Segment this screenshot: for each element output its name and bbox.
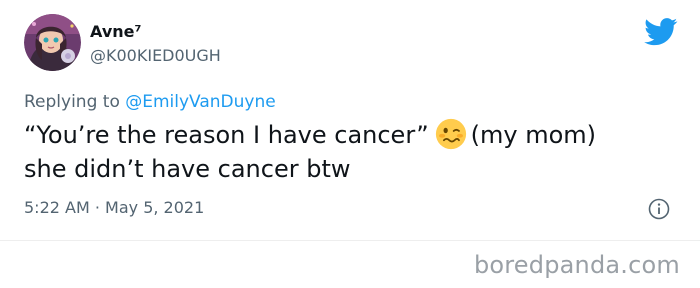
- info-icon[interactable]: [648, 198, 670, 220]
- tweet-aside: (my mom): [470, 121, 597, 149]
- woozy-face-icon: [435, 118, 466, 150]
- divider: [0, 240, 700, 241]
- avatar[interactable]: [24, 14, 81, 71]
- replying-to: Replying to @EmilyVanDuyne: [24, 91, 276, 113]
- display-name[interactable]: Avne⁷: [90, 22, 142, 42]
- watermark: boredpanda.com: [473, 251, 680, 279]
- tweet-card: Avne⁷ @K00KIED0UGH Replying to @EmilyVan…: [0, 0, 700, 288]
- twitter-bird-icon[interactable]: [644, 18, 678, 46]
- reply-mention-link[interactable]: @EmilyVanDuyne: [125, 92, 275, 112]
- replying-to-prefix: Replying to: [24, 92, 126, 112]
- tweet-quote: “You’re the reason I have cancer”: [24, 121, 429, 149]
- tweet-text-line-2: she didn’t have cancer btw: [24, 155, 351, 183]
- user-handle[interactable]: @K00KIED0UGH: [90, 46, 221, 66]
- tweet-timestamp[interactable]: 5:22 AM · May 5, 2021: [24, 198, 204, 218]
- tweet-text: “You’re the reason I have cancer” (my mo…: [24, 118, 664, 186]
- tweet-text-line-1: “You’re the reason I have cancer” (my mo…: [24, 118, 664, 152]
- avatar-illustration: [24, 14, 81, 71]
